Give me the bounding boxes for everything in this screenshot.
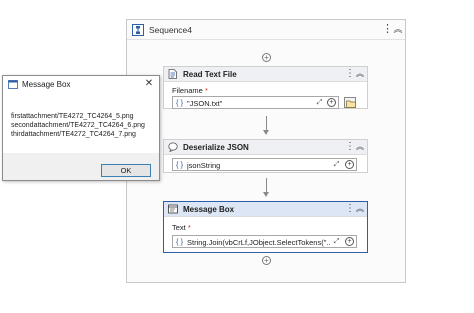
- flow-arrow-head: [262, 192, 269, 197]
- more-vertical-icon[interactable]: ⋮: [345, 68, 355, 80]
- deserialize-json-activity[interactable]: Deserialize JSON ⋮ ︽ { } jsonString ⤢ +: [163, 139, 368, 173]
- dialog-message-line: firstattachment/TE4272_TC4264_5.png: [11, 113, 134, 120]
- dialog-body: firstattachment/TE4272_TC4264_5.png seco…: [3, 93, 159, 153]
- folder-icon: [345, 100, 356, 108]
- filename-field[interactable]: { } "JSON.txt" ⤢ +: [172, 96, 339, 109]
- plus-circle-icon[interactable]: +: [345, 237, 354, 246]
- dialog-titlebar[interactable]: Message Box ✕: [3, 76, 159, 93]
- plus-circle-icon[interactable]: +: [345, 160, 354, 169]
- more-vertical-icon[interactable]: ⋮: [345, 141, 355, 153]
- sequence-container[interactable]: Sequence4 ⋮ ︽ + Read Text File ⋮ ︽ Filen…: [126, 19, 406, 283]
- read-text-file-activity[interactable]: Read Text File ⋮ ︽ Filename * { } "JSON.…: [163, 66, 368, 109]
- json-bubble-icon: [168, 142, 178, 152]
- expression-brace-icon: { }: [176, 237, 184, 246]
- collapse-chevron-icon[interactable]: ︽: [355, 68, 365, 80]
- flow-connector: [266, 178, 267, 193]
- collapse-chevron-icon[interactable]: ︽: [393, 23, 403, 36]
- deserialize-json-header: Deserialize JSON ⋮ ︽: [164, 140, 367, 155]
- json-string-value: jsonString: [187, 160, 221, 170]
- dialog-app-icon: [8, 80, 18, 89]
- expression-brace-icon: { }: [176, 98, 184, 107]
- message-box-title: Message Box: [183, 205, 235, 214]
- expand-arrows-icon[interactable]: ⤢: [332, 237, 341, 246]
- dialog-message-line: thirdattachment/TE4272_TC4264_7.png: [11, 131, 136, 138]
- expand-arrows-icon[interactable]: ⤢: [332, 160, 341, 169]
- add-activity-button[interactable]: +: [262, 256, 271, 265]
- sequence-title: Sequence4: [149, 25, 193, 35]
- flow-connector: [266, 116, 267, 131]
- collapse-chevron-icon[interactable]: ︽: [355, 141, 365, 153]
- message-box-icon: [168, 204, 178, 214]
- message-box-dialog[interactable]: Message Box ✕ firstattachment/TE4272_TC4…: [2, 75, 160, 181]
- dialog-title: Message Box: [22, 80, 71, 89]
- dialog-message-line: secondattachment/TE4272_TC4264_6.png: [11, 122, 145, 129]
- read-text-file-header: Read Text File ⋮ ︽: [164, 67, 367, 82]
- more-vertical-icon[interactable]: ⋮: [345, 203, 355, 215]
- close-icon[interactable]: ✕: [143, 78, 155, 90]
- add-activity-button[interactable]: +: [262, 53, 271, 62]
- deserialize-json-title: Deserialize JSON: [183, 143, 249, 152]
- text-label: Text *: [172, 223, 191, 232]
- plus-circle-icon[interactable]: +: [327, 98, 336, 107]
- sequence-icon: [132, 24, 144, 36]
- message-box-header: Message Box ⋮ ︽: [164, 202, 367, 217]
- text-value: String.Join(vbCrLf,JObject.SelectTokens(…: [187, 237, 330, 247]
- sequence-header: Sequence4 ⋮ ︽: [127, 20, 405, 40]
- ok-button[interactable]: OK: [101, 164, 151, 177]
- more-vertical-icon[interactable]: ⋮: [382, 23, 393, 36]
- browse-folder-button[interactable]: [344, 97, 356, 108]
- filename-label: Filename *: [172, 86, 208, 95]
- json-string-field[interactable]: { } jsonString ⤢ +: [172, 158, 357, 171]
- collapse-chevron-icon[interactable]: ︽: [355, 203, 365, 215]
- expand-arrows-icon[interactable]: ⤢: [315, 98, 324, 107]
- text-field[interactable]: { } String.Join(vbCrLf,JObject.SelectTok…: [172, 235, 357, 248]
- message-box-activity[interactable]: Message Box ⋮ ︽ Text * { } String.Join(v…: [163, 201, 368, 253]
- expression-brace-icon: { }: [176, 160, 184, 169]
- document-read-icon: [168, 69, 177, 79]
- flow-arrow-head: [262, 130, 269, 135]
- read-text-file-title: Read Text File: [183, 70, 237, 79]
- filename-value: "JSON.txt": [187, 98, 223, 108]
